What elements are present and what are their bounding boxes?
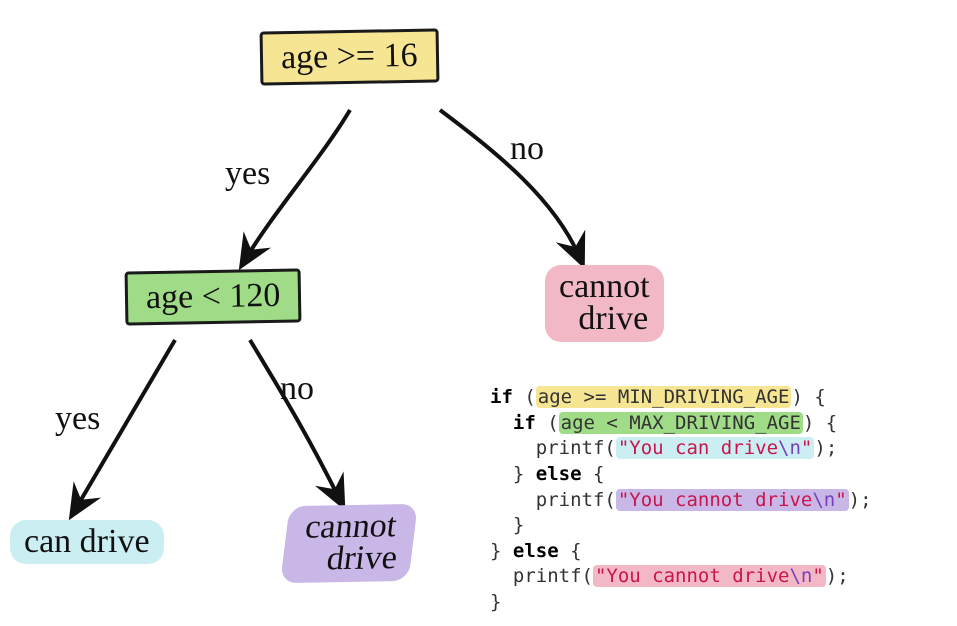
edge-label-root-yes: yes — [225, 155, 270, 193]
code-printf: printf — [513, 565, 582, 587]
kw-if: if — [490, 386, 513, 408]
leaf-can-drive: can drive — [10, 520, 164, 564]
decision-node-age-lt-120: age < 120 — [125, 270, 301, 324]
code-cond1: age >= MIN_DRIVING_AGE — [536, 386, 792, 408]
edge-label-check2-yes: yes — [55, 400, 100, 438]
code-snippet: if (age >= MIN_DRIVING_AGE) { if (age < … — [490, 385, 872, 616]
node-label: age >= 16 — [260, 28, 439, 85]
kw-else: else — [513, 540, 559, 562]
kw-else: else — [536, 463, 582, 485]
code-printf: printf — [536, 489, 605, 511]
decision-node-age-ge-16: age >= 16 — [260, 30, 439, 84]
edge-label-check2-no: no — [280, 370, 314, 408]
leaf-line2: drive — [560, 300, 648, 337]
edge-label-root-no: no — [510, 130, 544, 168]
kw-if: if — [513, 412, 536, 434]
code-printf: printf — [536, 437, 605, 459]
leaf-cannot-drive-left: cannot drive — [280, 504, 418, 583]
node-label: age < 120 — [125, 268, 302, 325]
leaf-line2: drive — [295, 539, 400, 578]
leaf-cannot-drive-right: cannot drive — [545, 265, 664, 342]
code-cond2: age < MAX_DRIVING_AGE — [559, 412, 803, 434]
